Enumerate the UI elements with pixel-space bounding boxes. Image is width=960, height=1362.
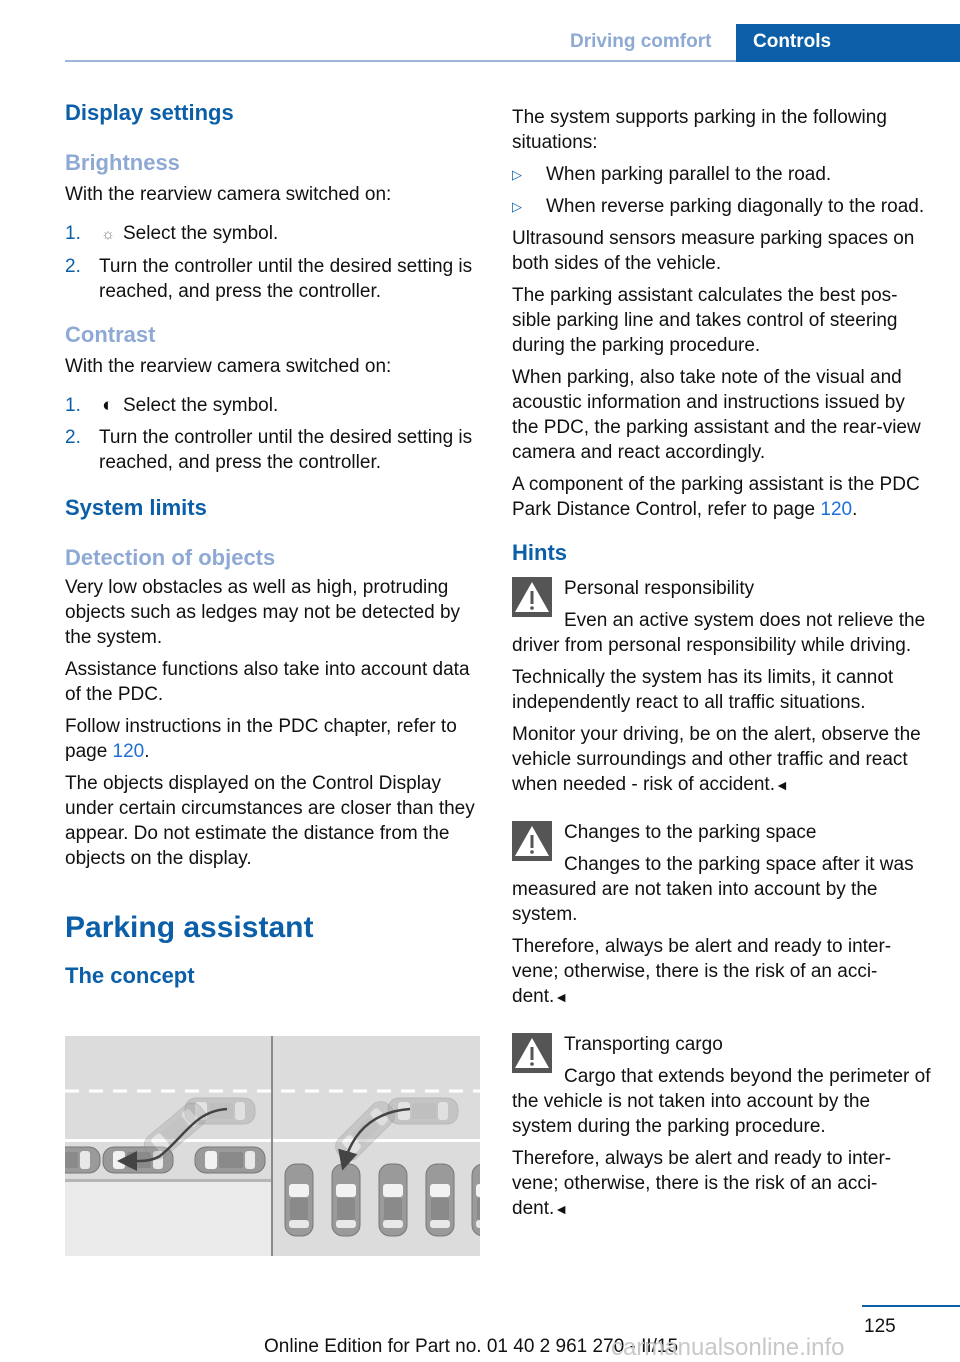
car-parked [378,1163,408,1237]
sidewalk-left [65,1181,272,1256]
list-item: ▷ When reverse parking diagonally to the … [512,194,932,219]
detection-paragraph-3: Follow instructions in the PDC chapter, … [65,714,485,764]
car-parked [29,1146,101,1174]
end-mark-icon: ◄ [554,1201,569,1217]
car-parked [425,1163,455,1237]
right-column: The system supports parking in the follo… [512,105,932,1229]
warning-paragraph: Changes to the parking space after it wa… [512,854,914,925]
watermark: carmanualsonline.info [611,1334,845,1361]
figure-divider [271,1036,273,1256]
footer-rule [862,1305,960,1307]
header-rule [65,60,737,62]
list-item-text: When parking parallel to the road. [546,164,832,185]
warning-paragraph-text: Monitor your driving, be on the alert, o… [512,724,921,795]
contrast-icon: ◐ [102,395,114,416]
warning-title: Changes to the parking space [564,822,817,843]
step-number: 1. [65,223,81,244]
step-item: 2. Turn the controller until the desired… [65,425,485,475]
detection-paragraph-1: Very low obstacles as well as high, prot… [65,577,461,648]
contrast-heading: Contrast [65,322,156,347]
period: . [852,499,858,520]
parking-assistant-figure [29,1036,501,1256]
contrast-steps: 1. ◐ Select the symbol. 2. Turn the contr… [65,393,485,475]
warning-title: Personal responsibility [564,578,755,599]
warning-paragraph: Even an active system does not relieve t… [512,610,926,656]
warning-title: Transporting cargo [564,1034,723,1055]
calculates-paragraph: The parking assistant calculates the bes… [512,285,898,356]
detection-paragraph-2: Assistance functions also take into acco… [65,659,470,705]
warning-icon [512,1033,552,1073]
warning-paragraph: Therefore, always be alert and ready to … [512,1146,932,1222]
warning-parking-space-changes: Changes to the parking space Changes to … [512,816,932,1010]
step-item: 1. ☼ Select the symbol. [65,221,485,247]
warning-paragraph: Therefore, always be alert and ready to … [512,934,932,1010]
page-number: 125 [864,1316,896,1337]
list-item-text: When reverse parking diagonally to the r… [546,196,925,217]
end-mark-icon: ◄ [554,989,569,1005]
ultrasound-paragraph: Ultrasound sensors measure parking space… [512,228,915,274]
car-target [331,1163,361,1237]
warning-paragraph: Monitor your driving, be on the alert, o… [512,722,932,798]
parking-assistant-heading: Parking assistant [65,911,314,944]
brightness-heading: Brightness [65,150,180,175]
header-chapter-tab: Controls [736,24,960,62]
triangle-bullet-icon: ▷ [512,199,522,214]
list-item: ▷ When parking parallel to the road. [512,162,932,187]
detection-heading: Detection of objects [65,545,276,570]
warning-personal-responsibility: Personal responsibility Even an active s… [512,572,932,798]
component-paragraph: A component of the parking assistant is … [512,472,932,522]
warning-paragraph-text: Therefore, always be alert and ready to … [512,936,892,1007]
the-concept-heading: The concept [65,963,195,988]
warning-icon [512,821,552,861]
step-item: 2. Turn the controller until the desired… [65,254,485,304]
left-column: Display settings Brightness With the rea… [65,100,485,989]
step-number: 2. [65,427,81,448]
parking-diagram [29,1036,501,1256]
step-text: Turn the controller until the desired se… [99,427,473,473]
component-paragraph-text: A component of the parking assistant is … [512,474,920,520]
header-chapter-label: Controls [753,31,832,52]
brightness-icon: ☼ [101,226,115,243]
note-paragraph: When parking, also take note of the visu… [512,367,921,463]
warning-icon [512,577,552,617]
contrast-intro: With the rearview camera switched on: [65,356,392,377]
brightness-intro: With the rearview camera switched on: [65,184,392,205]
situations-list: ▷ When parking parallel to the road. ▷ Whe… [512,162,932,219]
header-section-title: Driving comfort [570,31,712,52]
step-text: Select the symbol. [123,395,279,416]
display-settings-heading: Display settings [65,100,234,125]
detection-paragraph-4: The objects displayed on the Control Dis… [65,773,475,869]
hints-heading: Hints [512,540,567,565]
warning-paragraph-text: Therefore, always be alert and ready to … [512,1148,892,1219]
car-parked [471,1163,501,1237]
step-number: 1. [65,395,81,416]
page-link-120[interactable]: 120 [820,499,852,520]
page-link-120[interactable]: 120 [113,741,145,762]
step-text: Select the symbol. [123,223,279,244]
situations-intro: The system supports parking in the follo… [512,107,887,153]
period: . [144,741,150,762]
car-parked [194,1146,266,1174]
car-parked [284,1163,314,1237]
warning-paragraph: Cargo that extends beyond the perimeter … [512,1066,931,1137]
step-item: 1. ◐ Select the symbol. [65,393,485,418]
warning-transporting-cargo: Transporting cargo Cargo that extends be… [512,1028,932,1222]
end-mark-icon: ◄ [775,777,789,793]
brightness-steps: 1. ☼ Select the symbol. 2. Turn the contr… [65,221,485,304]
warning-paragraph: Technically the system has its limits, i… [512,667,894,713]
step-text: Turn the controller until the desired se… [99,256,473,302]
system-limits-heading: System limits [65,495,207,520]
triangle-bullet-icon: ▷ [512,167,522,182]
step-number: 2. [65,256,81,277]
